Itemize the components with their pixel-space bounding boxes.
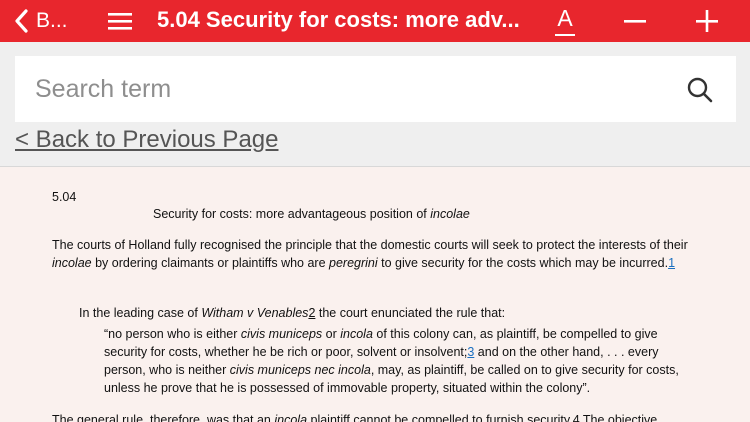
page-title: 5.04 Security for costs: more adv... (157, 7, 520, 32)
para1-italic: incolae (52, 256, 92, 270)
para3-text: The general rule, therefore, was that an (52, 413, 275, 422)
top-toolbar: B... 5.04 Security for costs: more adv..… (0, 0, 750, 42)
para1-text: The courts of Holland fully recognised t… (52, 238, 688, 252)
block-quote: “no person who is either civis municeps … (104, 325, 700, 397)
para2-text: the court enunciated the rule that: (315, 306, 506, 320)
para3-text: plaintiff cannot be compelled to furnish… (307, 413, 573, 422)
back-button-label: B... (36, 9, 68, 32)
para2-text: In the leading case of (79, 306, 202, 320)
quote-italic: incola (340, 327, 373, 341)
para1-text: by ordering claimants or plaintiffs who … (91, 256, 330, 270)
quote-italic: civis municeps (240, 327, 323, 341)
para3-italic: incola (274, 413, 308, 422)
quote-text: or (322, 327, 341, 341)
para1-text: to give security for the costs which may… (377, 256, 669, 270)
paragraph-3: The general rule, therefore, was that an… (52, 411, 700, 422)
minus-icon (622, 20, 648, 38)
para3-text: The objective (579, 413, 658, 422)
font-size-button[interactable]: A (553, 3, 577, 39)
zoom-in-button[interactable] (694, 8, 720, 34)
hamburger-menu-icon (106, 13, 134, 38)
document-content: 5.04 Security for costs: more advantageo… (0, 167, 750, 422)
search-input[interactable] (35, 68, 675, 110)
menu-button[interactable] (106, 8, 134, 34)
search-icon[interactable] (686, 76, 714, 104)
back-to-previous-page-link[interactable]: < Back to Previous Page (15, 126, 278, 154)
section-title-italic: incolae (430, 207, 470, 221)
quote-italic: civis municeps nec incola (229, 363, 371, 377)
quote-text: “no person who is either (104, 327, 241, 341)
para1-italic: peregrini (329, 256, 378, 270)
footnote-link-1[interactable]: 1 (668, 256, 675, 270)
section-number: 5.04 (52, 190, 77, 204)
footnote-link-4[interactable]: 4 (573, 413, 580, 422)
zoom-out-button[interactable] (622, 8, 648, 34)
paragraph-1: The courts of Holland fully recognised t… (52, 236, 700, 272)
plus-icon (694, 10, 720, 38)
search-box (15, 56, 736, 122)
section-title-text: Security for costs: more advantageous po… (153, 207, 431, 221)
font-size-underline (555, 34, 575, 36)
back-button[interactable]: B... (14, 4, 68, 38)
chevron-left-icon (14, 9, 28, 33)
paragraph-2: In the leading case of Witham v Venables… (79, 304, 699, 322)
section-title: Security for costs: more advantageous po… (153, 205, 470, 223)
font-size-icon: A (557, 5, 573, 31)
case-name: Witham v Venables (201, 306, 309, 320)
